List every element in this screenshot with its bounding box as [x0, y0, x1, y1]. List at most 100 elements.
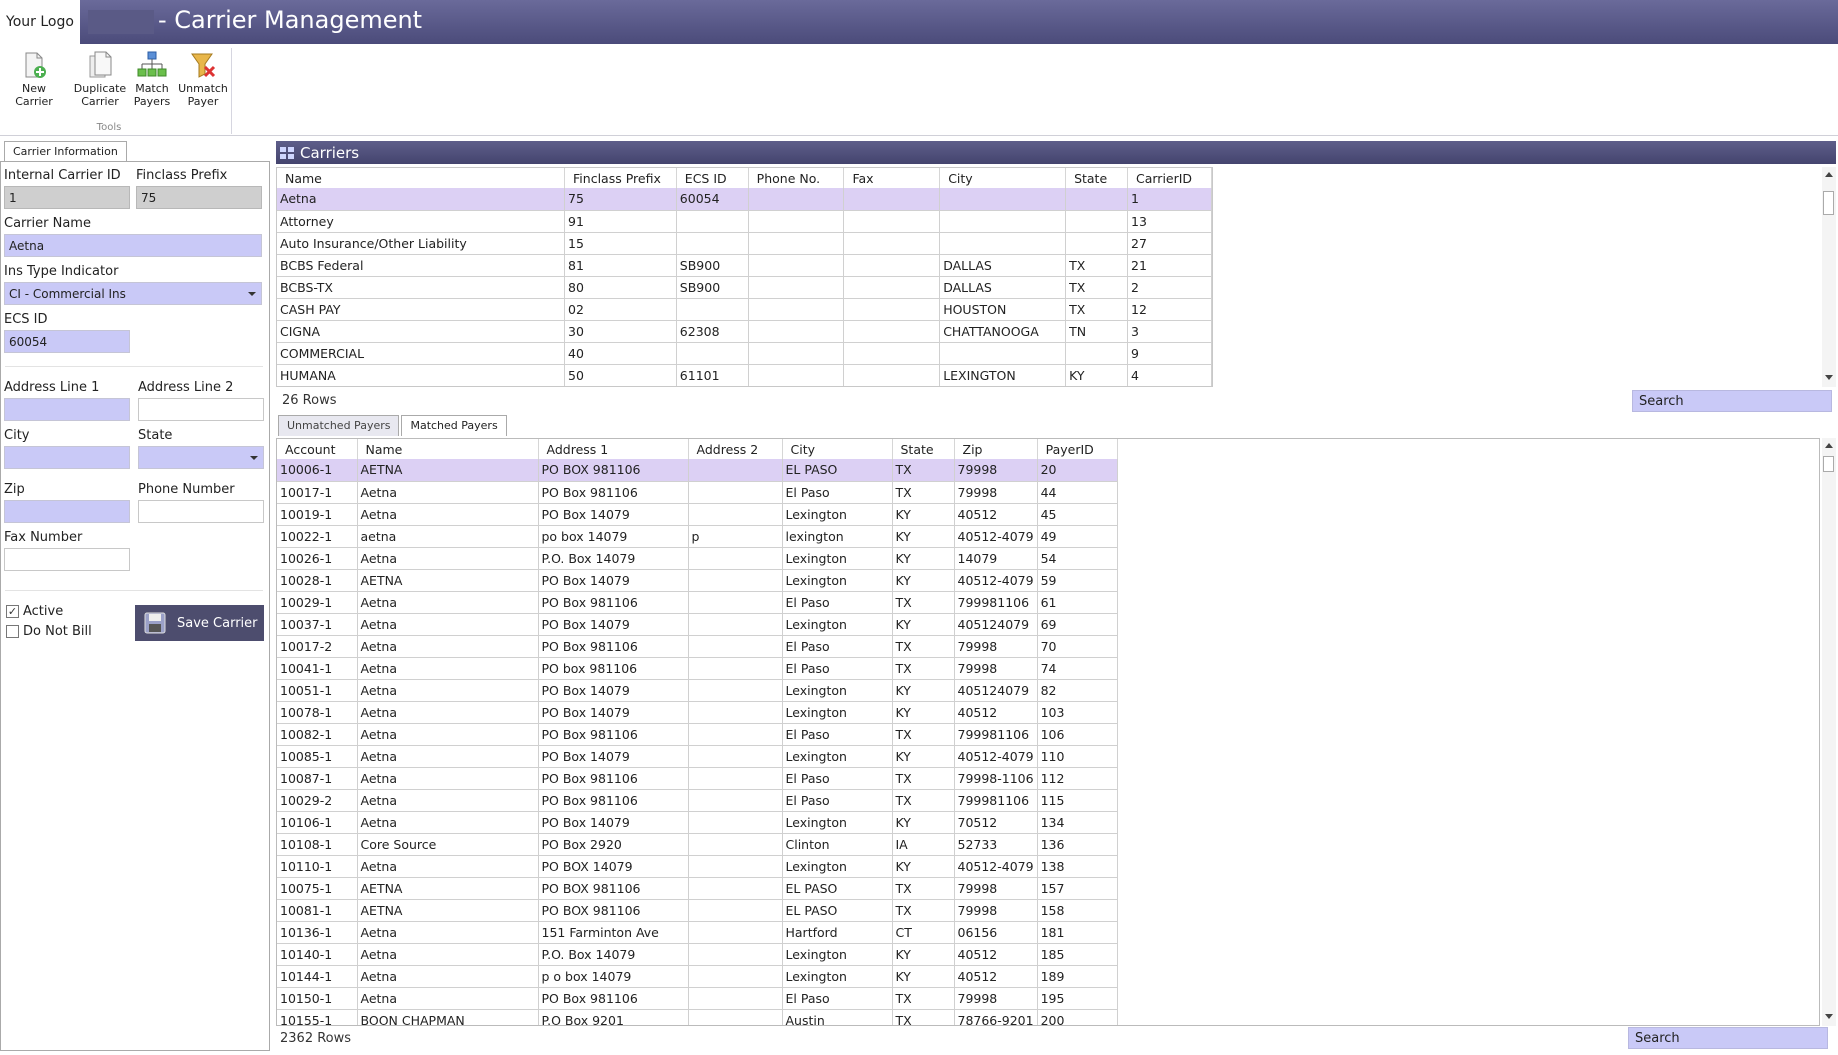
payers-cell: El Paso: [782, 723, 893, 746]
payers-cell: Core Source: [357, 833, 539, 856]
payers-column-header[interactable]: State: [892, 439, 955, 459]
carriers-table-row[interactable]: CIGNA 30 62308 CHATTANOOGA TN 3: [277, 320, 1212, 343]
payers-scrollbar[interactable]: [1822, 438, 1836, 1026]
payers-cell: 10041-1: [277, 657, 358, 680]
tab-carrier-information[interactable]: Carrier Information: [4, 141, 127, 162]
zip-field[interactable]: [4, 500, 130, 523]
payers-cell: 10078-1: [277, 701, 358, 724]
carriers-table-row[interactable]: Attorney 91 13: [277, 210, 1212, 233]
finclass-prefix-label: Finclass Prefix: [136, 168, 228, 183]
carriers-cell: 40: [564, 342, 677, 365]
ins-type-dropdown[interactable]: CI - Commercial Ins: [4, 282, 262, 305]
scroll-down-icon[interactable]: [1825, 375, 1833, 380]
scroll-thumb[interactable]: [1823, 456, 1834, 472]
payers-table-row[interactable]: 10085-1 Aetna PO Box 14079 Lexington KY 40512…: [277, 745, 1118, 768]
carriers-table-row[interactable]: BCBS Federal 81 SB900 DALLAS TX 21: [277, 254, 1212, 277]
payers-column-header[interactable]: Name: [357, 439, 539, 459]
payers-cell: 10110-1: [277, 855, 358, 878]
carriers-search-input[interactable]: Search: [1632, 390, 1832, 412]
payers-table-row[interactable]: 10087-1 Aetna PO Box 981106 El Paso TX 79998-…: [277, 767, 1118, 790]
payers-column-header[interactable]: Zip: [954, 439, 1038, 459]
do-not-bill-checkbox[interactable]: [6, 625, 19, 638]
new-document-icon: [25, 52, 46, 78]
carriers-column-header[interactable]: Finclass Prefix: [564, 168, 677, 188]
payers-table-row[interactable]: 10110-1 Aetna PO BOX 14079 Lexington KY 40512…: [277, 855, 1118, 878]
save-carrier-button[interactable]: Save Carrier: [135, 605, 264, 641]
carriers-table-row[interactable]: HUMANA 50 61101 LEXINGTON KY 4: [277, 364, 1212, 386]
carriers-cell: 50: [564, 364, 677, 386]
payers-table-row[interactable]: 10006-1 AETNA PO BOX 981106 EL PASO TX 79998 2…: [277, 459, 1118, 482]
payers-cell: TX: [892, 459, 955, 482]
address-line-1-field[interactable]: [4, 398, 130, 421]
phone-number-field[interactable]: [138, 500, 264, 523]
payers-table-row[interactable]: 10051-1 Aetna PO Box 14079 Lexington KY 40512…: [277, 679, 1118, 702]
payers-table-row[interactable]: 10108-1 Core Source PO Box 2920 Clinton IA 52…: [277, 833, 1118, 856]
carriers-column-header[interactable]: Phone No.: [748, 168, 845, 188]
payers-table-row[interactable]: 10028-1 AETNA PO Box 14079 Lexington KY 40512…: [277, 569, 1118, 592]
payers-column-header[interactable]: City: [782, 439, 893, 459]
payers-table-row[interactable]: 10144-1 Aetna p o box 14079 Lexington KY 4051…: [277, 965, 1118, 988]
carriers-scrollbar[interactable]: [1822, 167, 1836, 387]
carriers-table-row[interactable]: COMMERCIAL 40 9: [277, 342, 1212, 365]
carriers-column-header[interactable]: Fax: [843, 168, 941, 188]
tab-matched-payers[interactable]: Matched Payers: [401, 415, 507, 436]
payers-column-header[interactable]: Account: [277, 439, 358, 459]
duplicate-carrier-button[interactable]: Duplicate Carrier: [70, 50, 130, 116]
carriers-column-header[interactable]: City: [939, 168, 1067, 188]
new-carrier-button[interactable]: New Carrier: [4, 50, 64, 116]
payers-table-row[interactable]: 10140-1 Aetna P.O. Box 14079 Lexington KY 405…: [277, 943, 1118, 966]
scroll-up-icon[interactable]: [1825, 172, 1833, 177]
match-network-icon: [137, 51, 167, 77]
payers-table-row[interactable]: 10155-1 BOON CHAPMAN P.O Box 9201 Austin TX 7…: [277, 1009, 1118, 1025]
payers-table-row[interactable]: 10029-1 Aetna PO Box 981106 El Paso TX 799981…: [277, 591, 1118, 614]
payers-table-row[interactable]: 10022-1 aetna po box 14079 p lexington KY 4051…: [277, 525, 1118, 548]
payers-table-row[interactable]: 10017-1 Aetna PO Box 981106 El Paso TX 79998 4…: [277, 481, 1118, 504]
carriers-cell: 30: [564, 320, 677, 343]
payers-cell: PO Box 14079: [538, 503, 689, 526]
state-dropdown[interactable]: [138, 446, 264, 469]
unmatch-payer-button[interactable]: Unmatch Payer: [173, 50, 233, 116]
active-checkbox[interactable]: ✓: [6, 605, 19, 618]
carriers-table-row[interactable]: BCBS-TX 80 SB900 DALLAS TX 2: [277, 276, 1212, 299]
carriers-column-header[interactable]: ECS ID: [676, 168, 749, 188]
payers-table-row[interactable]: 10019-1 Aetna PO Box 14079 Lexington KY 40512…: [277, 503, 1118, 526]
payers-column-header[interactable]: PayerID: [1037, 439, 1118, 459]
payers-table-row[interactable]: 10078-1 Aetna PO Box 14079 Lexington KY 40512…: [277, 701, 1118, 724]
address-line-2-field[interactable]: [138, 398, 264, 421]
fax-number-field[interactable]: [4, 548, 130, 571]
carriers-cell: BCBS Federal: [277, 254, 566, 277]
payers-table-row[interactable]: 10026-1 Aetna P.O. Box 14079 Lexington KY 140…: [277, 547, 1118, 570]
scroll-up-icon[interactable]: [1825, 443, 1833, 448]
payers-column-header[interactable]: Address 2: [688, 439, 783, 459]
payers-cell: El Paso: [782, 657, 893, 680]
payers-table-row[interactable]: 10075-1 AETNA PO BOX 981106 EL PASO TX 79998 1…: [277, 877, 1118, 900]
carriers-table-row[interactable]: Aetna 75 60054 1: [277, 188, 1212, 211]
city-field[interactable]: [4, 446, 130, 469]
payers-table-row[interactable]: 10041-1 Aetna PO box 981106 El Paso TX 79998 7…: [277, 657, 1118, 680]
payers-table-row[interactable]: 10029-2 Aetna PO Box 981106 El Paso TX 799981…: [277, 789, 1118, 812]
payers-table-row[interactable]: 10017-2 Aetna PO Box 981106 El Paso TX 79998 7…: [277, 635, 1118, 658]
payers-cell: EL PASO: [782, 459, 893, 482]
carriers-table-row[interactable]: Auto Insurance/Other Liability 15 27: [277, 232, 1212, 255]
payers-table-row[interactable]: 10136-1 Aetna 151 Farminton Ave Hartford CT 0…: [277, 921, 1118, 944]
payers-cell: PO Box 981106: [538, 481, 689, 504]
scroll-down-icon[interactable]: [1825, 1014, 1833, 1019]
payers-table-row[interactable]: 10037-1 Aetna PO Box 14079 Lexington KY 40512…: [277, 613, 1118, 636]
payers-cell: El Paso: [782, 767, 893, 790]
payers-column-header[interactable]: Address 1: [538, 439, 689, 459]
ecs-id-field[interactable]: 60054: [4, 330, 130, 353]
carriers-cell: [843, 188, 941, 211]
tab-unmatched-payers[interactable]: Unmatched Payers: [278, 415, 400, 436]
payers-table-row[interactable]: 10150-1 Aetna PO Box 981106 El Paso TX 79998 1…: [277, 987, 1118, 1010]
carriers-table-row[interactable]: CASH PAY 02 HOUSTON TX 12: [277, 298, 1212, 321]
payers-table-row[interactable]: 10106-1 Aetna PO Box 14079 Lexington KY 70512…: [277, 811, 1118, 834]
scroll-thumb[interactable]: [1823, 191, 1834, 215]
carrier-name-field[interactable]: Aetna: [4, 234, 262, 257]
carriers-column-header[interactable]: CarrierID: [1127, 168, 1212, 188]
payers-search-input[interactable]: Search: [1628, 1027, 1828, 1049]
payers-table-row[interactable]: 10082-1 Aetna PO Box 981106 El Paso TX 799981…: [277, 723, 1118, 746]
carriers-cell: 15: [564, 232, 677, 255]
carriers-column-header[interactable]: Name: [277, 168, 566, 188]
payers-table-row[interactable]: 10081-1 AETNA PO BOX 981106 EL PASO TX 79998 1…: [277, 899, 1118, 922]
carriers-column-header[interactable]: State: [1065, 168, 1128, 188]
